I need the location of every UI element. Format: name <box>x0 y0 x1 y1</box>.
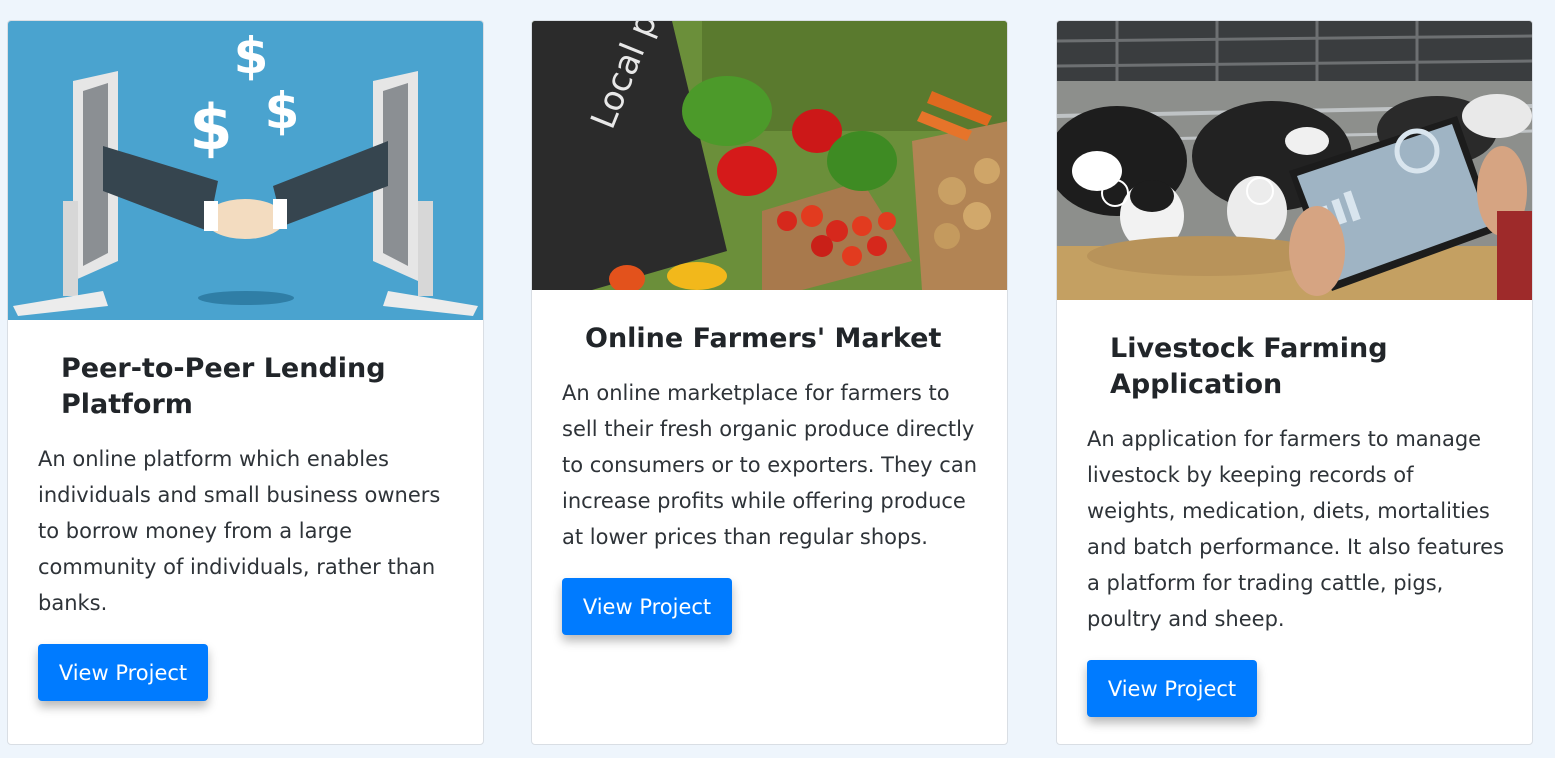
project-title: Livestock Farming Application <box>1110 333 1388 400</box>
view-project-button[interactable]: View Project <box>38 644 208 701</box>
handshake-laptops-image: $ $ $ <box>8 21 483 320</box>
project-card-lending: $ $ $ Peer-to-Peer Lending Platform An o… <box>7 20 484 745</box>
project-card-farmers-market: Local products <box>531 20 1008 745</box>
cattle-tablet-image <box>1057 21 1532 300</box>
svg-text:$: $ <box>234 27 269 85</box>
view-project-button[interactable]: View Project <box>562 578 732 635</box>
svg-text:$: $ <box>265 82 300 140</box>
svg-text:$: $ <box>189 91 232 164</box>
project-title: Peer-to-Peer Lending Platform <box>61 353 386 420</box>
project-description: An online platform which enables individ… <box>38 447 441 615</box>
project-title: Online Farmers' Market <box>585 323 942 354</box>
local-produce-image: Local products <box>532 21 1007 290</box>
project-description: An application for farmers to manage liv… <box>1087 427 1505 631</box>
project-card-livestock: Livestock Farming Application An applica… <box>1056 20 1533 745</box>
project-description: An online marketplace for farmers to sel… <box>562 381 978 549</box>
view-project-button[interactable]: View Project <box>1087 660 1257 717</box>
